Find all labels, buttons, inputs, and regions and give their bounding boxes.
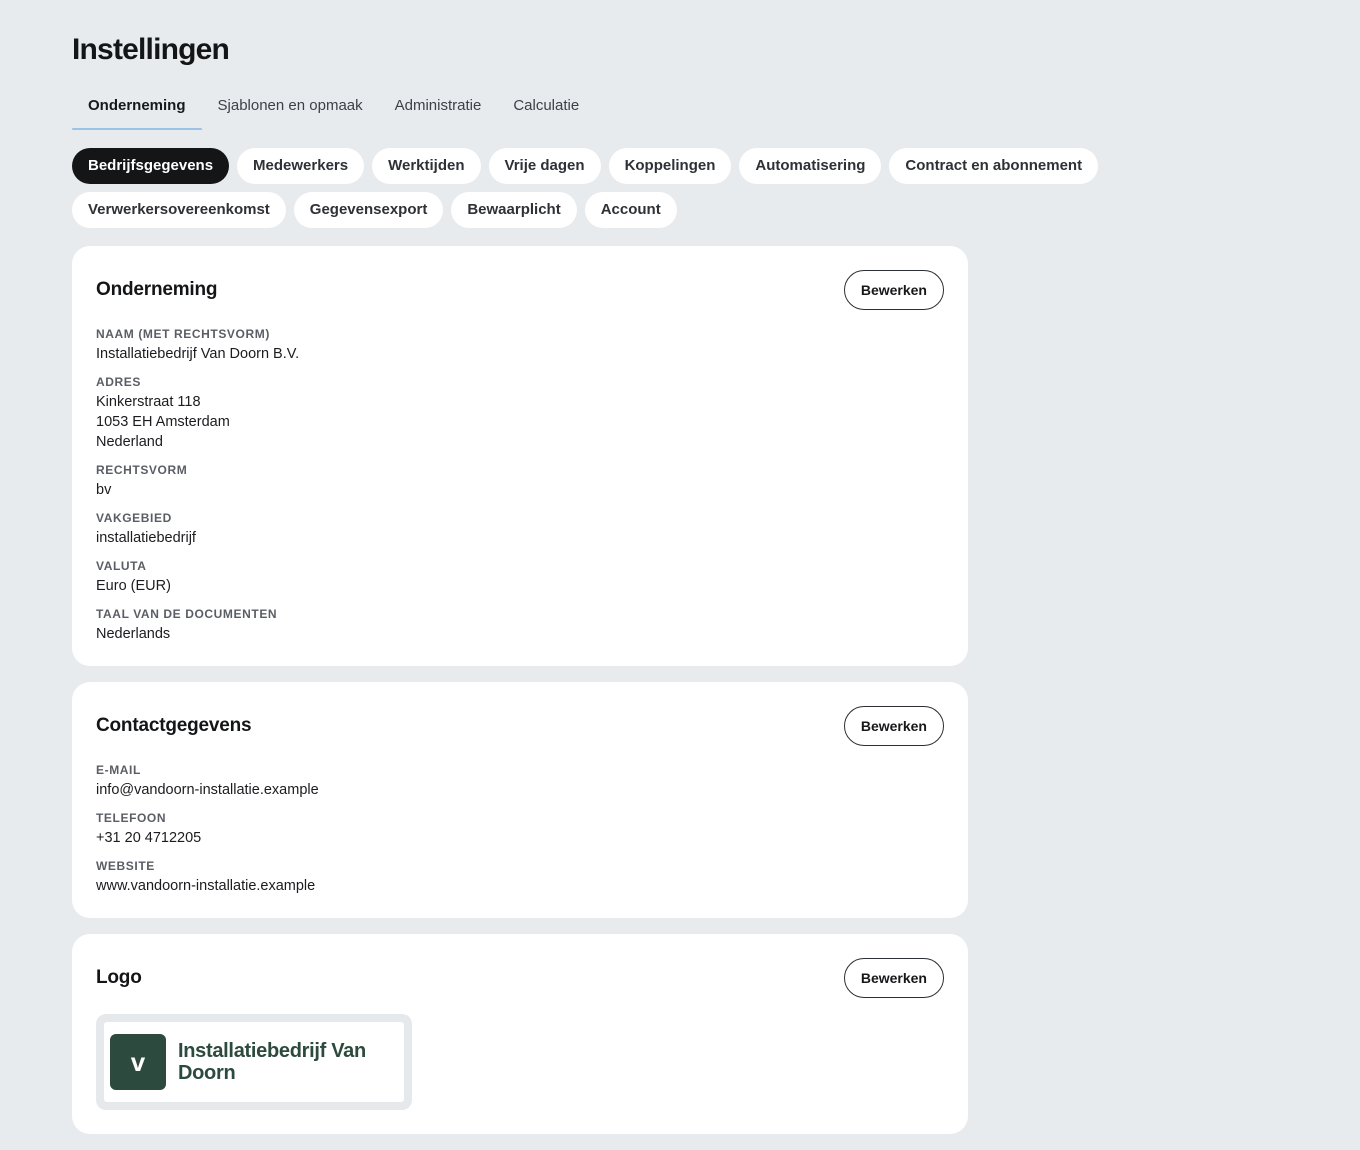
settings-page: Instellingen Onderneming Sjablonen en op… [72,32,1292,228]
field-value: Nederlands [96,626,171,642]
field-value: Installatiebedrijf Van Doorn B.V. [96,346,300,362]
chip-verwerkersovereenkomst[interactable]: Verwerkersovereenkomst [72,192,286,228]
tab-calculatie[interactable]: Calculatie [497,90,595,130]
field-label: Adres [96,375,142,389]
logo-image: v Installatiebedrijf Van Doorn [104,1022,404,1102]
logo-card: Logo Bewerken v Installatiebedrijf Van D… [72,934,968,1134]
field-label: Telefoon [96,811,167,825]
field-website: Website www.vandoorn-installatie.example [96,858,944,896]
chip-werktijden[interactable]: Werktijden [372,148,481,184]
field-label: E-mail [96,763,141,777]
address-line: 1053 EH Amsterdam [96,414,230,430]
chip-vrije-dagen[interactable]: Vrije dagen [488,148,601,184]
page-title: Instellingen [72,33,230,66]
field-value: Kinkerstraat 118 1053 EH Amsterdam Neder… [96,392,944,452]
field-value: info@vandoorn-installatie.example [96,782,319,798]
field-legal-form: Rechtsvorm bv [96,462,944,500]
field-label: Naam (met rechtsvorm) [96,327,270,341]
field-value: www.vandoorn-installatie.example [96,878,316,894]
tab-sjablonen-en-opmaak[interactable]: Sjablonen en opmaak [202,90,379,130]
field-value: Euro (EUR) [96,578,171,594]
field-phone: Telefoon +31 20 4712205 [96,810,944,848]
field-currency: Valuta Euro (EUR) [96,558,944,596]
company-fields: Naam (met rechtsvorm) Installatiebedrijf… [96,326,944,644]
logo-mark-icon: v [110,1034,166,1090]
chip-medewerkers[interactable]: Medewerkers [237,148,365,184]
field-label: Taal van de documenten [96,607,278,621]
field-email: E-mail info@vandoorn-installatie.example [96,762,944,800]
logo-preview: v Installatiebedrijf Van Doorn [96,1014,412,1110]
chip-koppelingen[interactable]: Koppelingen [608,148,732,184]
edit-logo-button[interactable]: Bewerken [843,958,944,998]
tab-administratie[interactable]: Administratie [379,90,498,130]
field-vakgebied: Vakgebied installatiebedrijf [96,510,944,548]
company-card: Onderneming Bewerken Naam (met rechtsvor… [72,246,968,666]
field-label: Rechtsvorm [96,463,188,477]
field-value: installatiebedrijf [96,530,196,546]
field-label: Website [96,859,155,873]
chip-account[interactable]: Account [584,192,677,228]
card-title: Onderneming [96,279,218,300]
edit-company-button[interactable]: Bewerken [843,270,944,310]
contact-card: Contactgegevens Bewerken E-mail info@van… [72,682,968,918]
chip-bedrijfsgegevens[interactable]: Bedrijfsgegevens [72,148,230,184]
address-line: Nederland [96,434,163,450]
tab-onderneming[interactable]: Onderneming [72,90,202,130]
contact-fields: E-mail info@vandoorn-installatie.example… [96,762,944,896]
card-title: Contactgegevens [96,715,252,736]
settings-tabs: Onderneming Sjablonen en opmaak Administ… [72,90,1292,130]
field-value: bv [96,482,112,498]
field-label: Valuta [96,559,147,573]
subsection-chips: Bedrijfsgegevens Medewerkers Werktijden … [72,148,1292,228]
logo-wordmark: Installatiebedrijf Van Doorn [178,1040,366,1084]
field-doc-language: Taal van de documenten Nederlands [96,606,944,644]
edit-contact-button[interactable]: Bewerken [843,706,944,746]
field-label: Vakgebied [96,511,172,525]
chip-gegevensexport[interactable]: Gegevensexport [293,192,444,228]
chip-bewaarplicht[interactable]: Bewaarplicht [451,192,577,228]
chip-contract-en-abonnement[interactable]: Contract en abonnement [889,148,1099,184]
field-name: Naam (met rechtsvorm) Installatiebedrijf… [96,326,944,364]
field-value: +31 20 4712205 [96,830,202,846]
card-title: Logo [96,967,142,988]
field-address: Adres Kinkerstraat 118 1053 EH Amsterdam… [96,374,944,452]
chip-automatisering[interactable]: Automatisering [739,148,882,184]
address-line: Kinkerstraat 118 [96,394,201,410]
